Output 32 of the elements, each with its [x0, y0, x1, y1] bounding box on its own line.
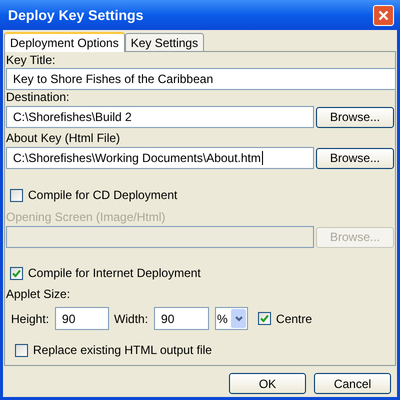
- checkbox[interactable]: [10, 188, 23, 202]
- dropdown-value: %: [217, 310, 228, 328]
- checkbox-label: Compile for CD Deployment: [28, 187, 178, 204]
- field-label: Width:: [114, 310, 148, 328]
- input-field[interactable]: Key to Shore Fishes of the Caribbean: [6, 68, 396, 90]
- input-field[interactable]: 90: [154, 307, 210, 330]
- tab[interactable]: Deployment Options: [4, 32, 125, 52]
- browse-button[interactable]: Browse...: [316, 106, 394, 128]
- dialog-button[interactable]: Cancel: [314, 373, 391, 394]
- dialog-button[interactable]: OK: [229, 373, 306, 394]
- field-label: Applet Size:: [6, 288, 72, 301]
- close-button[interactable]: [373, 4, 394, 26]
- field-label: About Key (Html File): [6, 132, 122, 145]
- checkbox[interactable]: [15, 344, 28, 356]
- browse-button[interactable]: Browse...: [316, 148, 394, 168]
- close-icon: [378, 10, 389, 20]
- field-label: Opening Screen (Image/Html): [6, 211, 166, 224]
- input-field[interactable]: C:\Shorefishes\Working Documents\About.htm: [6, 147, 314, 169]
- checkbox[interactable]: [258, 312, 272, 325]
- input-field[interactable]: C:\Shorefishes\Build 2: [6, 106, 314, 128]
- field-label: Destination:: [6, 91, 70, 104]
- checkbox-label: Compile for Internet Deployment: [28, 265, 201, 282]
- window-title: Deploy Key Settings: [7, 6, 144, 25]
- input-field[interactable]: 90: [55, 307, 110, 330]
- field-label: Key Title:: [6, 54, 56, 67]
- checkbox-label: Replace existing HTML output file: [33, 342, 212, 359]
- checkbox-label: Centre: [276, 310, 312, 328]
- field-label: Height:: [11, 310, 50, 328]
- unit-dropdown[interactable]: %: [215, 307, 248, 330]
- text-cursor: [262, 151, 263, 165]
- checkbox[interactable]: [10, 266, 23, 280]
- tab[interactable]: Key Settings: [124, 33, 204, 51]
